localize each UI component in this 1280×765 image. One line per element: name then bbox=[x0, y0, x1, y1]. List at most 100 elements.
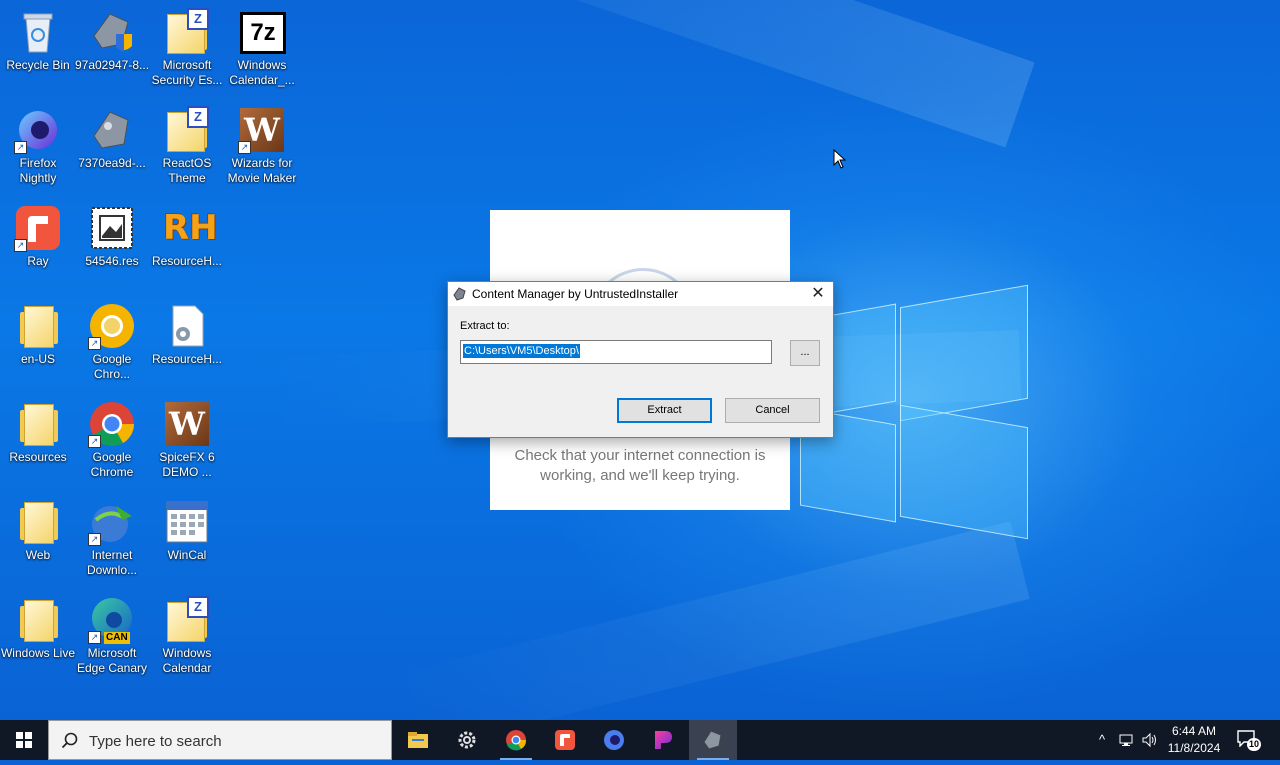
desktop-icon-reactos-theme[interactable]: Z ReactOS Theme bbox=[149, 104, 225, 196]
desktop-icon-label: Windows Calendar_... bbox=[229, 58, 295, 87]
installer-icon bbox=[88, 106, 136, 154]
volume-icon[interactable] bbox=[1141, 731, 1159, 749]
chrome-icon bbox=[505, 729, 527, 751]
desktop-icon-google-chrome[interactable]: ↗ Google Chrome bbox=[74, 398, 150, 490]
zipped-folder-icon: Z bbox=[163, 106, 211, 154]
desktop-icon-label: en-US bbox=[20, 352, 55, 366]
notification-count-badge: 10 bbox=[1247, 738, 1261, 751]
shortcut-arrow-icon: ↗ bbox=[238, 141, 251, 154]
desktop-icon-7370ea9d[interactable]: 7370ea9d-... bbox=[74, 104, 150, 196]
desktop-icon-wincal[interactable]: WinCal bbox=[149, 496, 225, 588]
zipped-folder-icon: Z bbox=[163, 8, 211, 56]
taskbar-google-chrome[interactable] bbox=[492, 720, 540, 760]
desktop-icon-label: 97a02947-8... bbox=[74, 58, 150, 72]
notification-center-button[interactable]: 10 bbox=[1236, 729, 1261, 751]
z-badge: Z bbox=[187, 8, 209, 30]
search-icon bbox=[61, 732, 79, 750]
desktop-icon-spicefx[interactable]: W SpiceFX 6 DEMO ... bbox=[149, 398, 225, 490]
desktop-icon-wizards-movie-maker[interactable]: W ↗ Wizards for Movie Maker bbox=[224, 104, 300, 196]
desktop-icon-windows-calendar-archive[interactable]: 7z Windows Calendar_... bbox=[224, 6, 300, 98]
desktop-icon-label: ReactOS Theme bbox=[162, 156, 212, 185]
z-badge: Z bbox=[187, 596, 209, 618]
tray-chevron-icon[interactable]: ^ bbox=[1093, 731, 1111, 749]
light-beam bbox=[389, 521, 1030, 720]
windows-logo-pane bbox=[900, 284, 1028, 422]
taskbar-ray[interactable] bbox=[541, 720, 589, 760]
windows-start-icon bbox=[16, 732, 32, 748]
calendar-icon bbox=[163, 498, 211, 546]
desktop-icon-label: Google Chro... bbox=[92, 352, 132, 381]
content-manager-dialog[interactable]: Content Manager by UntrustedInstaller ✕ … bbox=[447, 281, 834, 438]
taskbar-search-box[interactable]: Type here to search bbox=[48, 720, 392, 760]
taskbar-file-explorer[interactable] bbox=[394, 720, 442, 760]
desktop-icon-label: Resources bbox=[9, 450, 67, 464]
desktop-icon-label: Firefox Nightly bbox=[19, 156, 57, 185]
taskbar-firefox-nightly[interactable] bbox=[590, 720, 638, 760]
start-button[interactable] bbox=[0, 720, 48, 760]
network-icon[interactable] bbox=[1117, 731, 1135, 749]
windows-logo-pane bbox=[900, 404, 1028, 540]
desktop-icon-label: Google Chrome bbox=[90, 450, 134, 479]
desktop-icon-microsoft-security[interactable]: Z Microsoft Security Es... bbox=[149, 6, 225, 98]
desktop-icon-resources[interactable]: Resources bbox=[0, 398, 76, 490]
taskbar-settings[interactable] bbox=[443, 720, 491, 760]
desktop-icon-google-chrome-canary[interactable]: ↗ Google Chro... bbox=[74, 300, 150, 392]
spicefx-icon: W bbox=[163, 400, 211, 448]
mouse-cursor-icon bbox=[833, 148, 847, 169]
shortcut-arrow-icon: ↗ bbox=[88, 533, 101, 546]
desktop-icon-resourceh-2[interactable]: ResourceH... bbox=[149, 300, 225, 392]
extract-button[interactable]: Extract bbox=[617, 398, 712, 423]
folder-icon bbox=[14, 302, 62, 350]
desktop-icon-windows-calendar[interactable]: Z Windows Calendar bbox=[149, 594, 225, 686]
desktop-icon-54546-res[interactable]: 54546.res bbox=[74, 202, 150, 294]
desktop-icon-label: Ray bbox=[27, 254, 49, 268]
desktop-icon-label: Windows Live bbox=[0, 646, 76, 660]
taskbar-clock[interactable]: 6:44 AM 11/8/2024 bbox=[1164, 723, 1224, 757]
cancel-button[interactable]: Cancel bbox=[725, 398, 820, 423]
clock-date: 11/8/2024 bbox=[1167, 741, 1221, 755]
chrome-icon: ↗ bbox=[88, 400, 136, 448]
desktop-icon-web[interactable]: Web bbox=[0, 496, 76, 588]
desktop-icon-label: Wizards for Movie Maker bbox=[227, 156, 297, 185]
dialog-titlebar[interactable]: Content Manager by UntrustedInstaller ✕ bbox=[448, 282, 833, 306]
taskbar-paint-app[interactable] bbox=[639, 720, 687, 760]
desktop-icon-resourceh-1[interactable]: RH ResourceH... bbox=[149, 202, 225, 294]
offline-message: Check that your internet connection is w… bbox=[514, 447, 766, 484]
desktop-icon-firefox-nightly[interactable]: ↗ Firefox Nightly bbox=[0, 104, 76, 196]
desktop-icon-label: 7370ea9d-... bbox=[78, 156, 146, 170]
desktop-icon-ray[interactable]: ↗ Ray bbox=[0, 202, 76, 294]
close-button[interactable]: ✕ bbox=[803, 282, 833, 306]
desktop-icon-windows-live[interactable]: Windows Live bbox=[0, 594, 76, 686]
extract-path-input[interactable]: C:\Users\VM5\Desktop\ bbox=[460, 340, 772, 364]
shortcut-arrow-icon: ↗ bbox=[88, 337, 101, 350]
desktop-icon-label: Windows Calendar bbox=[162, 646, 212, 675]
clock-time: 6:44 AM bbox=[1171, 724, 1217, 738]
shortcut-arrow-icon: ↗ bbox=[14, 239, 27, 252]
desktop-icon-label: Internet Downlo... bbox=[86, 548, 138, 577]
gear-icon bbox=[456, 729, 478, 751]
file-explorer-icon bbox=[407, 729, 429, 751]
recycle-bin-icon bbox=[14, 8, 62, 56]
folder-icon bbox=[14, 498, 62, 546]
taskbar-content-manager[interactable] bbox=[689, 720, 737, 760]
app-icon bbox=[453, 287, 467, 301]
resource-hacker-icon: RH bbox=[163, 208, 218, 248]
installer-shield-icon bbox=[88, 8, 136, 56]
desktop-icon-label: Recycle Bin bbox=[6, 58, 70, 72]
firefox-nightly-icon: ↗ bbox=[14, 106, 62, 154]
shortcut-arrow-icon: ↗ bbox=[14, 141, 27, 154]
wizards-movie-maker-icon: W ↗ bbox=[238, 106, 286, 154]
desktop-icon-label: Web bbox=[25, 548, 51, 562]
zipped-folder-icon: Z bbox=[163, 596, 211, 644]
extract-to-label: Extract to: bbox=[460, 320, 510, 332]
desktop-icon-edge-canary[interactable]: CAN ↗ Microsoft Edge Canary bbox=[74, 594, 150, 686]
extract-path-value: C:\Users\VM5\Desktop\ bbox=[463, 344, 580, 358]
desktop-icon-97a02947[interactable]: 97a02947-8... bbox=[74, 6, 150, 98]
shortcut-arrow-icon: ↗ bbox=[88, 435, 101, 448]
light-beam bbox=[324, 0, 1035, 148]
desktop-icon-en-us[interactable]: en-US bbox=[0, 300, 76, 392]
desktop-icon-recycle-bin[interactable]: Recycle Bin bbox=[0, 6, 76, 98]
desktop-icon-label: ResourceH... bbox=[151, 352, 223, 366]
desktop-icon-internet-download[interactable]: ↗ Internet Downlo... bbox=[74, 496, 150, 588]
browse-button[interactable]: ... bbox=[790, 340, 820, 366]
